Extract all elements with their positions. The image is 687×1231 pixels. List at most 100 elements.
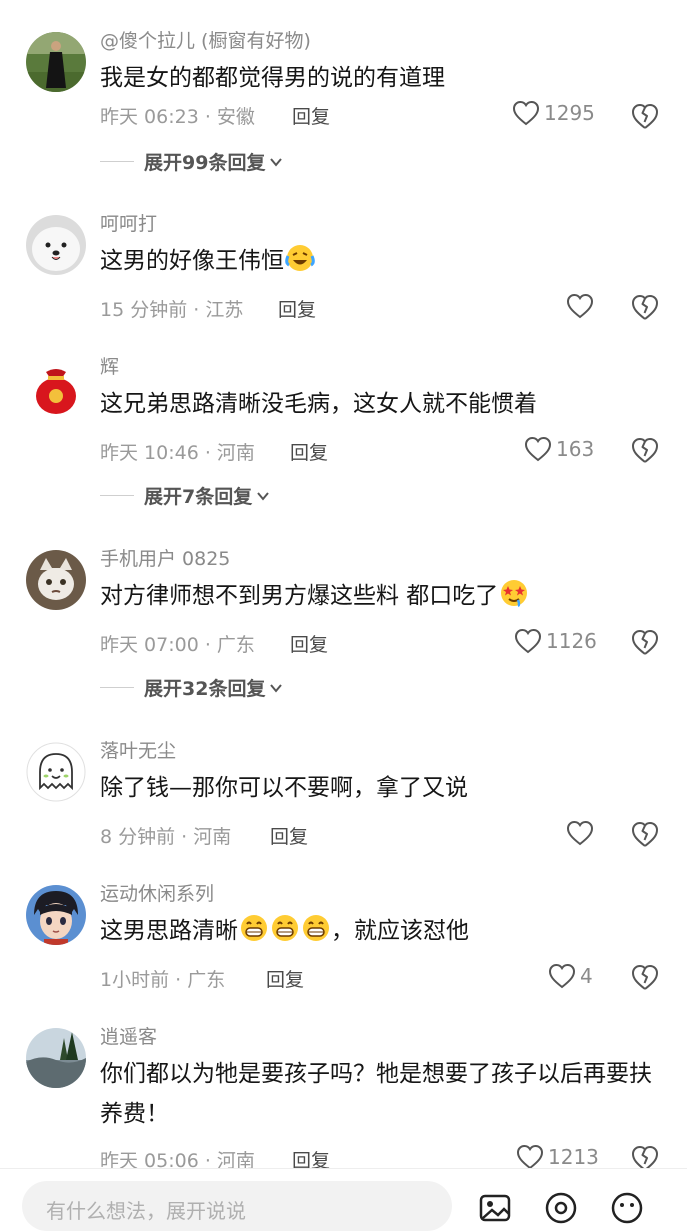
like-count: 1126 xyxy=(546,629,597,653)
username[interactable]: 落叶无尘 xyxy=(100,736,176,763)
image-icon[interactable] xyxy=(478,1191,512,1225)
divider-line xyxy=(100,687,134,688)
like-count: 4 xyxy=(580,964,593,988)
broken-heart-icon[interactable] xyxy=(630,628,660,656)
laughing-crying-emoji xyxy=(285,245,315,271)
heart-icon xyxy=(512,100,540,126)
grinning-emoji xyxy=(241,915,267,941)
broken-heart-icon[interactable] xyxy=(630,436,660,464)
comment-text: 我是女的都都觉得男的说的有道理 xyxy=(100,65,445,91)
chevron-down-icon xyxy=(270,683,283,693)
broken-heart-icon[interactable] xyxy=(630,820,660,848)
avatar[interactable] xyxy=(26,742,86,802)
comment-text: 除了钱—那你可以不要啊，拿了又说 xyxy=(100,775,468,801)
broken-heart-icon[interactable] xyxy=(630,963,660,991)
comment-text: 这男的好像王伟恒 xyxy=(100,241,660,281)
avatar[interactable] xyxy=(26,32,86,92)
heart-icon xyxy=(524,436,552,462)
comment-meta: 15 分钟前 · 江苏 xyxy=(100,299,244,321)
username[interactable]: 运动休闲系列 xyxy=(100,879,214,906)
comment-text-tail: ，就应该怼他 xyxy=(331,918,469,944)
like-button[interactable] xyxy=(566,820,598,846)
comment-text: 这兄弟思路清晰没毛病，这女人就不能惯着 xyxy=(100,391,537,417)
comment-input-placeholder: 有什么想法，展开说说 xyxy=(46,1199,246,1223)
expand-replies-label: 展开32条回复 xyxy=(144,678,266,700)
comment-input-bar: 有什么想法，展开说说 xyxy=(0,1168,687,1231)
reply-button[interactable]: 回复 xyxy=(270,822,308,849)
reply-button[interactable]: 回复 xyxy=(266,965,304,992)
expand-replies-button[interactable]: 展开32条回复 xyxy=(100,674,283,701)
divider-line xyxy=(100,495,134,496)
comment-location: 河南 xyxy=(216,442,255,464)
cat-avatar xyxy=(26,550,86,610)
heart-icon xyxy=(548,963,576,989)
partial-header-title xyxy=(0,0,687,6)
heart-icon xyxy=(514,628,542,654)
woman-in-black-dress-on-grass-avatar xyxy=(26,32,86,92)
comment-time: 1小时前 xyxy=(100,969,170,991)
divider-line xyxy=(100,161,134,162)
comment-meta: 1小时前 · 广东 xyxy=(100,969,226,991)
like-button[interactable]: 1213 xyxy=(516,1144,599,1170)
drooling-starry-eyes-emoji xyxy=(501,580,528,608)
heart-icon xyxy=(566,820,594,846)
comment-location: 广东 xyxy=(216,634,255,656)
comment-text-content: 这男思路清晰 xyxy=(100,918,238,944)
avatar[interactable] xyxy=(26,1028,86,1088)
comment-meta: 昨天 06:23 · 安徽 xyxy=(100,106,255,128)
like-button[interactable]: 163 xyxy=(524,436,594,462)
reply-button[interactable]: 回复 xyxy=(290,630,328,657)
anime-boy-avatar xyxy=(26,885,86,945)
avatar[interactable] xyxy=(26,550,86,610)
landscape-avatar xyxy=(26,1028,86,1088)
comment-text: 这男思路清晰 ，就应该怼他 xyxy=(100,911,660,951)
username[interactable]: 逍遥客 xyxy=(100,1022,157,1049)
avatar[interactable] xyxy=(26,215,86,275)
comment-meta: 昨天 10:46 · 河南 xyxy=(100,442,255,464)
comment-time: 昨天 06:23 xyxy=(100,106,199,128)
expand-replies-button[interactable]: 展开7条回复 xyxy=(100,482,270,509)
avatar[interactable] xyxy=(26,885,86,945)
chevron-down-icon xyxy=(257,491,270,501)
comment-location: 江苏 xyxy=(205,299,244,321)
comment-text: 对方律师想不到男方爆这些料 都口吃了 xyxy=(100,576,660,616)
comment-time: 昨天 10:46 xyxy=(100,442,199,464)
username[interactable]: @傻个拉儿 (橱窗有好物) xyxy=(100,26,311,53)
expand-replies-label: 展开7条回复 xyxy=(144,486,253,508)
username[interactable]: 呵呵打 xyxy=(100,209,157,236)
comment-time: 8 分钟前 xyxy=(100,826,176,848)
like-button[interactable]: 4 xyxy=(548,963,593,989)
comment-location: 广东 xyxy=(187,969,226,991)
broken-heart-icon[interactable] xyxy=(630,293,660,321)
expand-replies-button[interactable]: 展开99条回复 xyxy=(100,148,283,175)
comment-time: 15 分钟前 xyxy=(100,299,188,321)
like-button[interactable]: 1295 xyxy=(512,100,595,126)
reply-button[interactable]: 回复 xyxy=(290,438,328,465)
grinning-emoji xyxy=(303,915,329,941)
like-button[interactable] xyxy=(566,293,598,319)
comment-location: 河南 xyxy=(193,826,232,848)
at-icon[interactable] xyxy=(544,1191,578,1225)
chevron-down-icon xyxy=(270,157,283,167)
username[interactable]: 手机用户 0825 xyxy=(100,544,230,571)
emoji-icon[interactable] xyxy=(610,1191,644,1225)
cartoon-ghost-avatar xyxy=(26,742,86,802)
heart-icon xyxy=(516,1144,544,1170)
comment-text-content: 这男的好像王伟恒 xyxy=(100,248,284,274)
like-count: 1295 xyxy=(544,101,595,125)
username[interactable]: 辉 xyxy=(100,352,119,379)
red-lucky-bag-avatar xyxy=(26,358,86,418)
white-samoyed-dog-avatar xyxy=(26,215,86,275)
comment-input[interactable]: 有什么想法，展开说说 xyxy=(22,1181,452,1231)
heart-icon xyxy=(566,293,594,319)
comment-text-content: 对方律师想不到男方爆这些料 都口吃了 xyxy=(100,583,499,609)
reply-button[interactable]: 回复 xyxy=(278,295,316,322)
avatar[interactable] xyxy=(26,358,86,418)
comment-text: 你们都以为牠是要孩子吗？牠是想要了孩子以后再要扶养费！ xyxy=(100,1061,652,1127)
reply-button[interactable]: 回复 xyxy=(292,102,330,129)
comment-meta: 昨天 07:00 · 广东 xyxy=(100,634,255,656)
comment-meta: 8 分钟前 · 河南 xyxy=(100,826,232,848)
broken-heart-icon[interactable] xyxy=(630,102,660,130)
comment-time: 昨天 07:00 xyxy=(100,634,199,656)
like-button[interactable]: 1126 xyxy=(514,628,597,654)
